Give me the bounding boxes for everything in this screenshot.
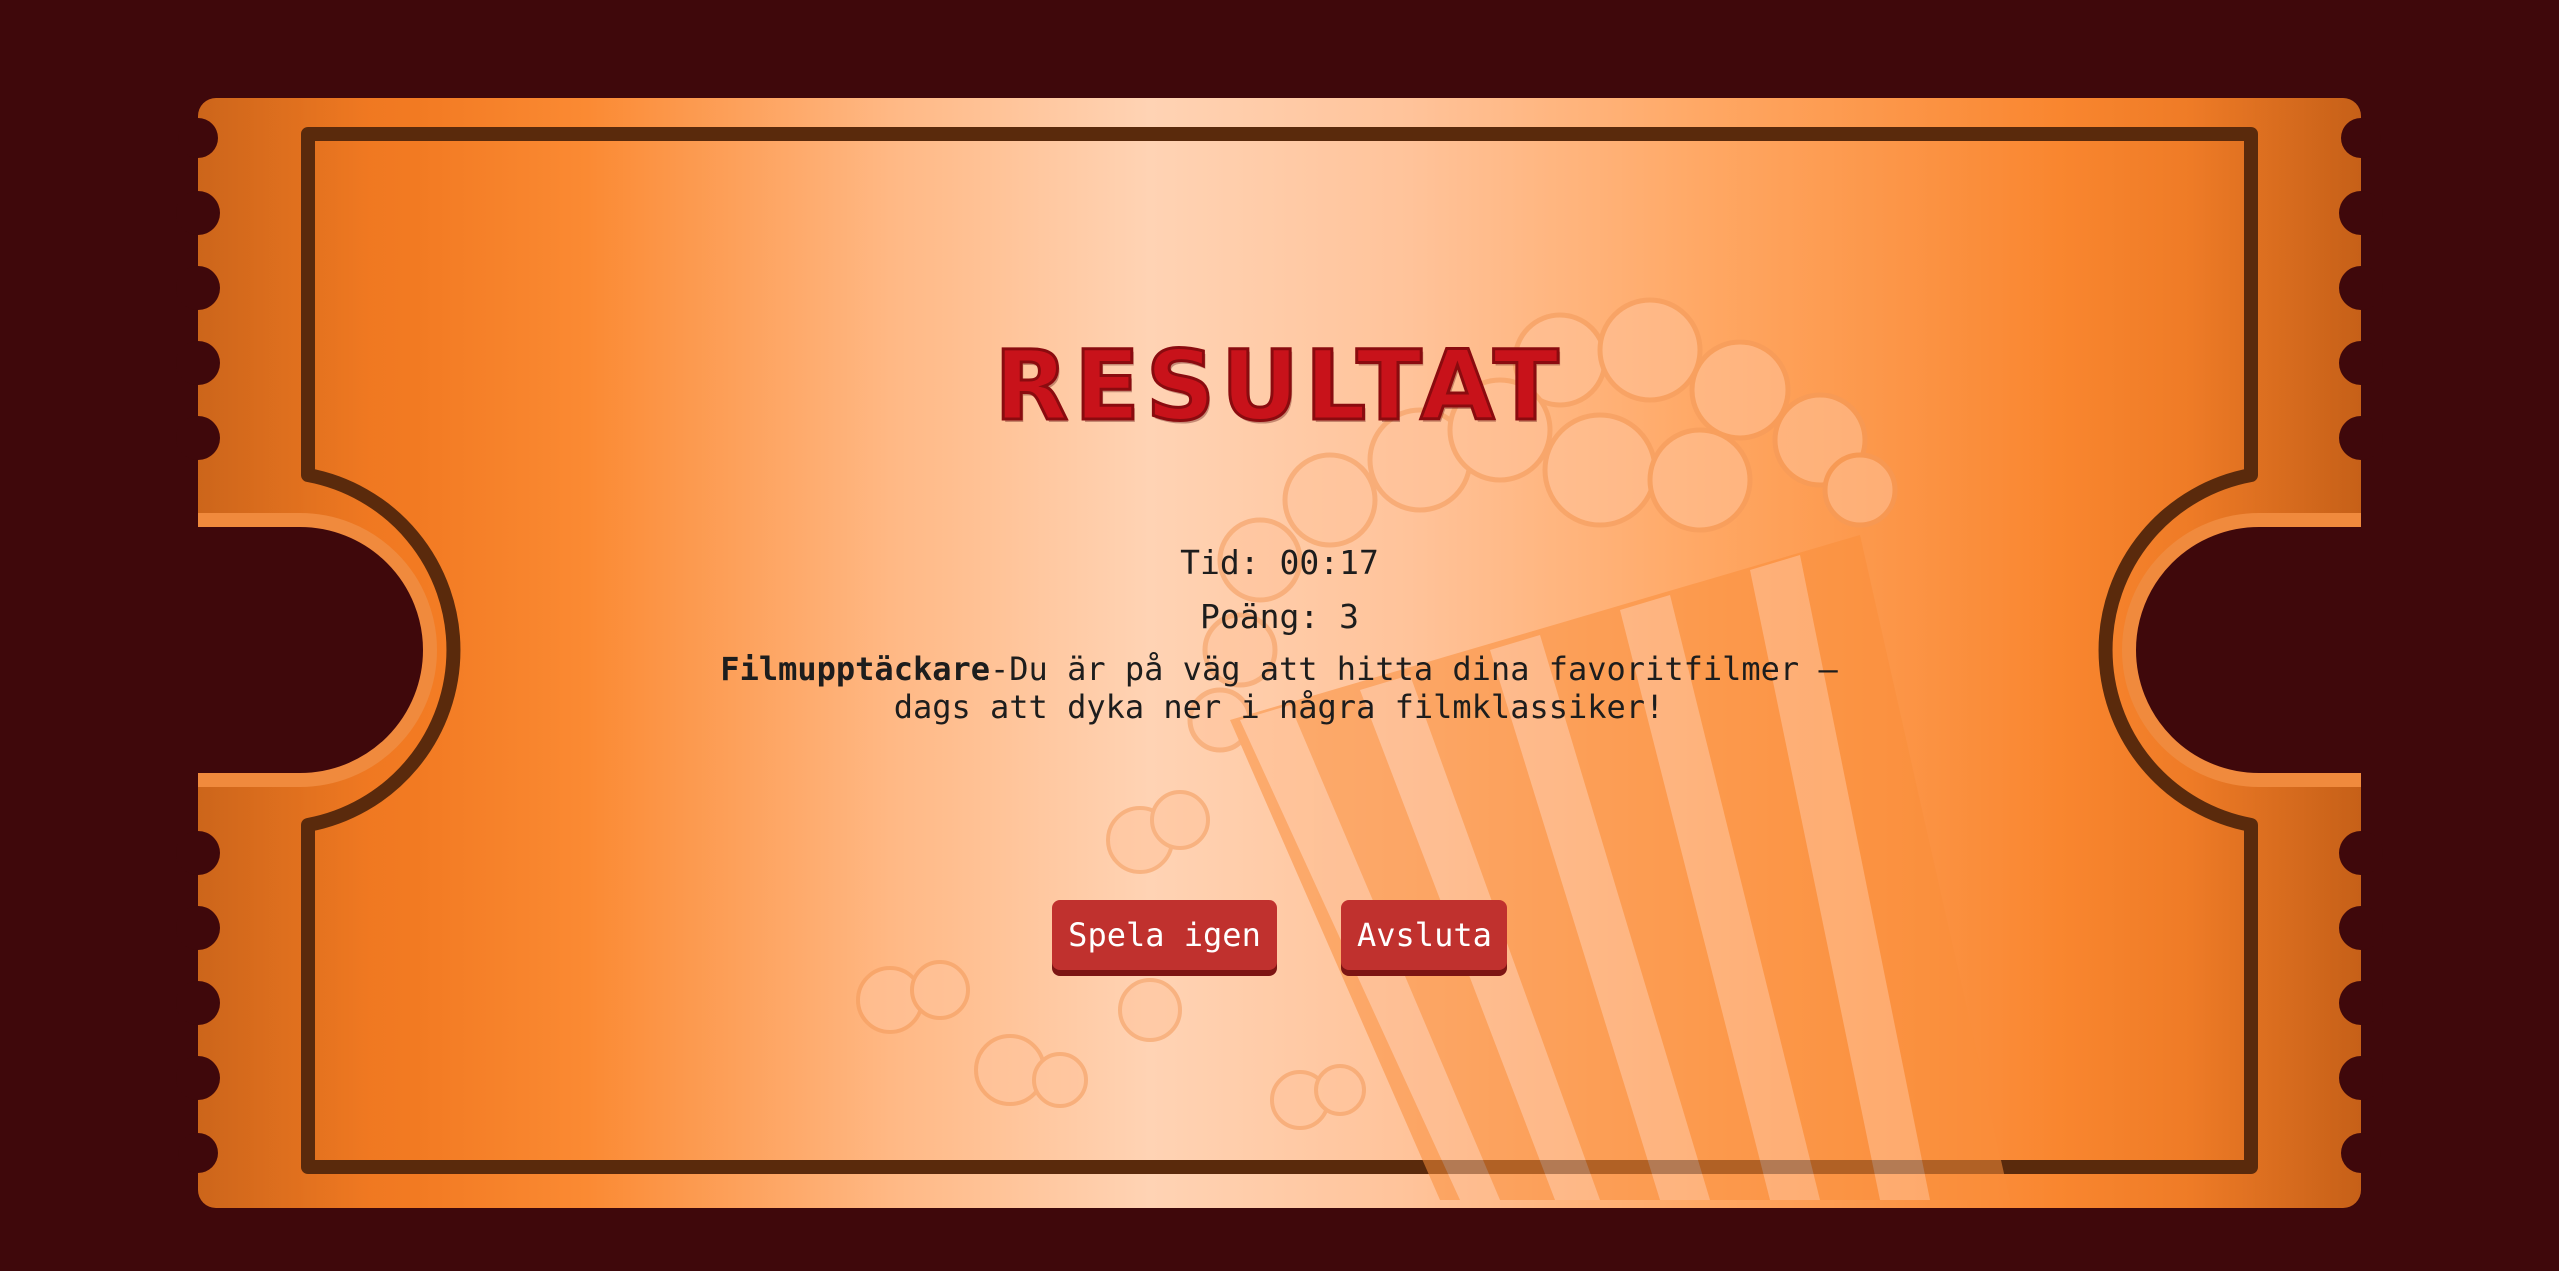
quit-button[interactable]: Avsluta	[1341, 900, 1507, 970]
rank-name: Filmupptäckare	[720, 650, 991, 688]
rank-description: -Du är på väg att hitta dina favoritfilm…	[893, 650, 1838, 726]
play-again-button[interactable]: Spela igen	[1052, 900, 1277, 970]
score-text: Poäng: 3	[1200, 597, 1359, 636]
result-title: RESULTAT	[993, 330, 1565, 442]
result-screen: RESULTAT Tid: 00:17 Poäng: 3 Filmupptäck…	[0, 0, 2559, 1271]
result-content: RESULTAT Tid: 00:17 Poäng: 3 Filmupptäck…	[0, 0, 2559, 1271]
rank-description-block: Filmupptäckare-Du är på väg att hitta di…	[679, 650, 1879, 726]
time-text: Tid: 00:17	[1180, 543, 1379, 582]
